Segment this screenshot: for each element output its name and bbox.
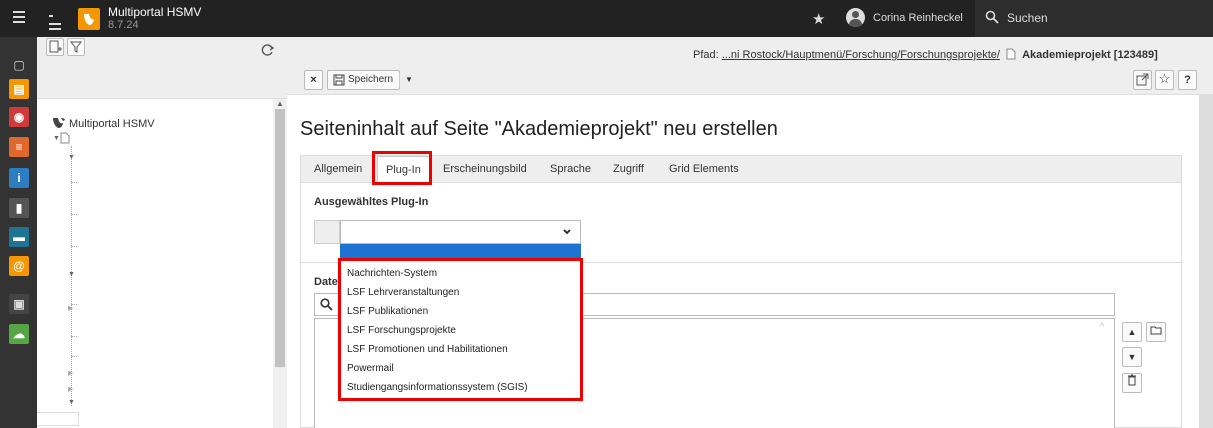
page-icon[interactable] — [60, 132, 70, 144]
close-button[interactable]: × — [304, 70, 323, 90]
tree-scrollbar[interactable]: ▲ — [273, 99, 287, 428]
filelist-module-icon[interactable]: ▣ — [9, 294, 29, 314]
avatar — [846, 8, 865, 27]
info-module-icon[interactable]: i — [9, 168, 29, 188]
search-toggle[interactable]: Suchen — [975, 0, 1213, 37]
tree-expand-icon[interactable]: ▶ — [68, 385, 73, 393]
tab-sprache[interactable]: Sprache — [550, 156, 591, 183]
new-page-icon[interactable] — [46, 38, 64, 56]
site-root-icon — [53, 118, 65, 128]
view-module-icon[interactable]: ◉ — [9, 107, 29, 127]
listview-module-icon[interactable]: ≡ — [9, 137, 29, 157]
tree-line — [71, 356, 77, 357]
bookmarks-star-icon[interactable]: ★ — [812, 10, 825, 28]
tab-grid-elements[interactable]: Grid Elements — [669, 156, 739, 183]
tab-zugriff[interactable]: Zugriff — [613, 156, 644, 183]
tab-allgemein[interactable]: Allgemein — [314, 156, 362, 183]
tree-collapse-icon[interactable]: ▼ — [68, 271, 75, 278]
page-module-icon[interactable]: ▢ — [9, 55, 29, 75]
delete-button[interactable] — [1122, 373, 1142, 393]
list-module-icon[interactable]: ▤ — [9, 79, 29, 99]
help-icon[interactable]: ? — [1178, 70, 1197, 90]
refresh-icon[interactable] — [260, 42, 278, 60]
tree-collapse-icon[interactable]: ▼ — [68, 399, 75, 406]
highlight-box — [338, 258, 583, 401]
move-up-button[interactable]: ▲ — [1122, 322, 1142, 342]
tree-row[interactable] — [37, 412, 79, 426]
path-prefix: Pfad: — [693, 49, 719, 61]
tree-line — [71, 246, 77, 247]
scroll-up-icon[interactable]: ^ — [1100, 321, 1104, 331]
app-version: 8.7.24 — [108, 19, 139, 31]
page-icon — [1006, 48, 1016, 60]
tree-line — [71, 214, 77, 215]
tree-expand-icon[interactable]: ▶ — [68, 304, 73, 312]
content-scrollbar[interactable] — [1199, 95, 1213, 428]
scroll-up-icon[interactable]: ▲ — [276, 99, 284, 108]
fileref-label: Date — [314, 276, 338, 288]
tree-collapse-icon[interactable]: ▼ — [68, 154, 75, 161]
filter-icon[interactable] — [67, 38, 85, 56]
breadcrumb: Pfad: ...ni Rostock/Hauptmenü/Forschung/… — [693, 48, 1158, 61]
app-title: Multiportal HSMV — [108, 5, 202, 19]
trash-icon — [1128, 374, 1136, 386]
path-link[interactable]: ...ni Rostock/Hauptmenü/Forschung/Forsch… — [722, 49, 1000, 61]
dropdown-option-selected[interactable] — [340, 244, 581, 258]
user-name: Corina Reinheckel — [873, 12, 963, 24]
page-tree: Multiportal HSMV ▼ ▼ ▼ ▶ ▶ ▶ ▼ — [37, 99, 273, 428]
save-icon — [333, 74, 345, 86]
page-tree-toggle-icon[interactable] — [49, 11, 61, 30]
browse-folder-button[interactable] — [1146, 322, 1166, 342]
search-icon — [320, 298, 333, 311]
briefcase-module-icon[interactable]: ▬ — [9, 227, 29, 247]
divider — [399, 73, 400, 87]
user-menu[interactable]: Corina Reinheckel — [840, 5, 975, 32]
recycler-module-icon[interactable]: ▮ — [9, 198, 29, 218]
cloud-module-icon[interactable]: ☁ — [9, 324, 29, 344]
tree-collapse-icon[interactable]: ▼ — [53, 135, 60, 142]
plugin-select[interactable] — [340, 220, 581, 244]
select-addon — [314, 220, 340, 244]
tree-root-label[interactable]: Multiportal HSMV — [69, 118, 155, 130]
highlight-box — [372, 151, 432, 185]
tree-expand-icon[interactable]: ▶ — [68, 369, 73, 377]
plugin-heading: Ausgewähltes Plug-In — [314, 196, 429, 208]
tree-toolbar — [37, 37, 287, 99]
move-down-button[interactable]: ▼ — [1122, 347, 1142, 367]
doc-header: Pfad: ...ni Rostock/Hauptmenü/Forschung/… — [287, 37, 1213, 95]
tree-line — [71, 182, 77, 183]
page-tree-panel: Multiportal HSMV ▼ ▼ ▼ ▶ ▶ ▶ ▼ ▲ — [37, 37, 287, 428]
bookmark-star-icon[interactable]: ☆ — [1155, 70, 1174, 90]
chevron-down-icon — [563, 229, 571, 235]
tree-scroll-thumb[interactable] — [275, 109, 285, 367]
page-title: Seiteninhalt auf Seite "Akademieprojekt"… — [300, 118, 778, 140]
menu-toggle-icon[interactable] — [13, 11, 25, 25]
typo3-logo-icon[interactable] — [78, 8, 100, 30]
tab-erscheinungsbild[interactable]: Erscheinungsbild — [443, 156, 527, 183]
save-label: Speichern — [348, 74, 394, 85]
search-label: Suchen — [1007, 11, 1048, 25]
module-menu: ▢ ▤ ◉ ≡ i ▮ ▬ @ ▣ ☁ — [0, 37, 37, 428]
at-module-icon[interactable]: @ — [9, 256, 29, 276]
search-icon — [985, 10, 999, 24]
chevron-down-icon[interactable]: ▼ — [405, 71, 413, 89]
open-new-window-button[interactable] — [1133, 70, 1152, 90]
save-button[interactable]: Speichern ▼ — [327, 70, 413, 90]
top-bar: Multiportal HSMV 8.7.24 ★ Corina Reinhec… — [0, 0, 1213, 37]
tree-line — [71, 336, 77, 337]
tab-bar: Allgemein Plug-In Erscheinungsbild Sprac… — [300, 155, 1182, 184]
page-label: Akademieprojekt [123489] — [1022, 49, 1158, 61]
